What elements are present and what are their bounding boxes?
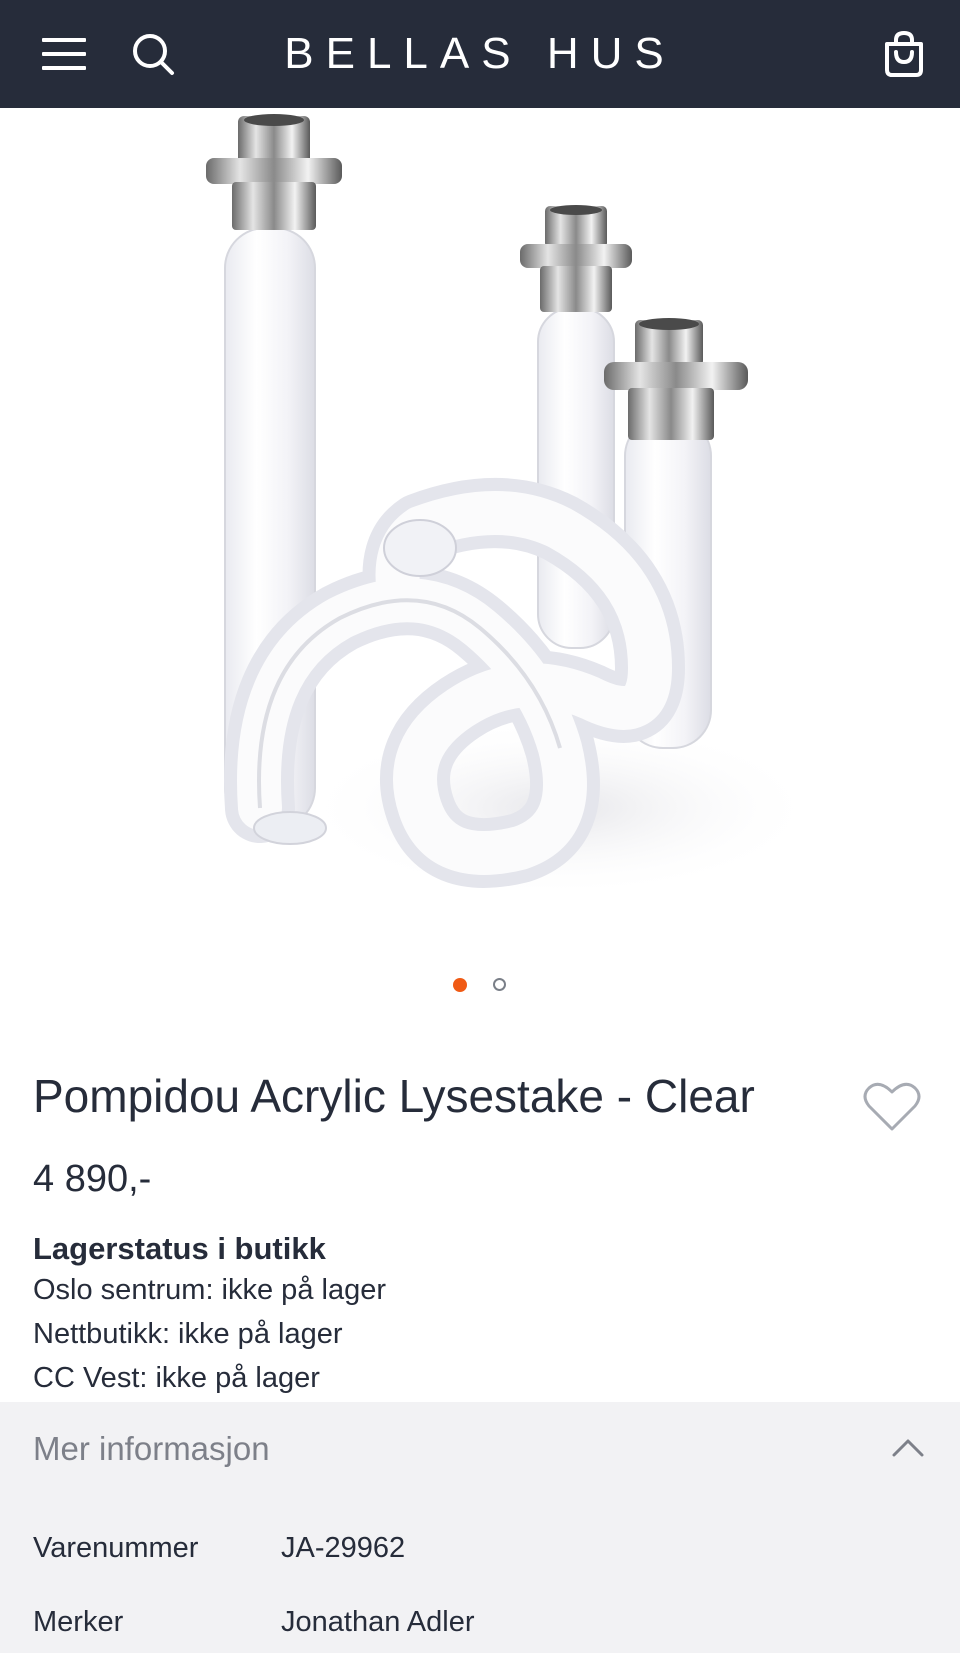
- stock-line-cc-vest: CC Vest: ikke på lager: [33, 1362, 320, 1394]
- heart-icon[interactable]: [862, 1078, 922, 1134]
- product-price: 4 890,-: [33, 1158, 152, 1200]
- more-info-toggle[interactable]: Mer informasjon: [0, 1402, 960, 1494]
- top-navigation-bar: BELLAS HUS: [0, 0, 960, 108]
- stock-line-oslo: Oslo sentrum: ikke på lager: [33, 1274, 386, 1306]
- product-image[interactable]: [0, 108, 960, 948]
- spec-key: Merker: [33, 1606, 124, 1638]
- spec-key: Varenummer: [33, 1532, 199, 1564]
- carousel-dot-2[interactable]: [493, 978, 506, 991]
- stock-status-heading: Lagerstatus i butikk: [33, 1231, 326, 1266]
- shopping-bag-icon[interactable]: [872, 22, 936, 86]
- stock-line-online: Nettbutikk: ikke på lager: [33, 1318, 343, 1350]
- more-info-label: Mer informasjon: [33, 1430, 270, 1467]
- product-title: Pompidou Acrylic Lysestake - Clear: [33, 1070, 755, 1122]
- hamburger-menu-icon[interactable]: [32, 24, 96, 84]
- more-info-panel: Mer informasjon Varenummer JA-29962 Merk…: [0, 1402, 960, 1653]
- spec-value: JA-29962: [281, 1532, 406, 1564]
- spec-row-item-number: Varenummer JA-29962: [0, 1526, 960, 1576]
- spec-value[interactable]: Jonathan Adler: [281, 1600, 474, 1644]
- chevron-up-icon[interactable]: [888, 1428, 928, 1468]
- spec-row-brand: Merker Jonathan Adler: [0, 1600, 960, 1650]
- chrome-cup-left: [206, 114, 342, 230]
- product-image-gallery[interactable]: [0, 108, 960, 988]
- carousel-dot-1[interactable]: [453, 978, 467, 992]
- carousel-indicators: [0, 975, 960, 999]
- search-icon[interactable]: [122, 24, 184, 84]
- brand-logo[interactable]: BELLAS HUS: [200, 26, 760, 82]
